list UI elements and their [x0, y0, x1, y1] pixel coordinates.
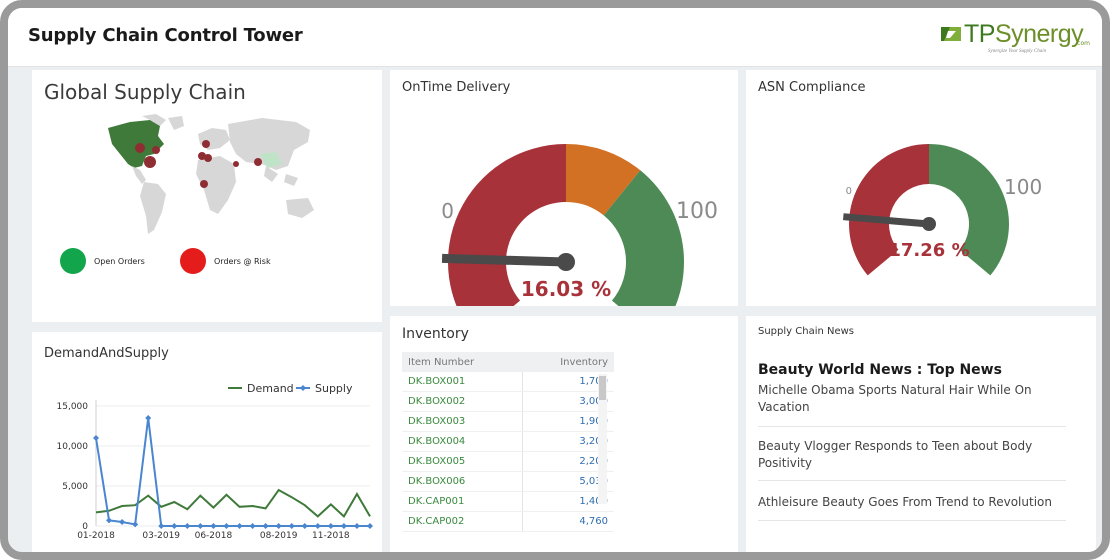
legend-orders-at-risk: Orders @ Risk	[180, 248, 271, 274]
column-header-inventory[interactable]: Inventory	[522, 352, 614, 372]
item-number-cell: DK.CAP002	[402, 511, 523, 532]
legend-open-orders-label: Open Orders	[94, 256, 145, 266]
ontime-delivery-gauge-min-label: 0	[441, 199, 454, 223]
asn-compliance-gauge-min-label: 0	[846, 186, 852, 197]
logo-mark-icon	[941, 27, 961, 41]
panel-title-news: Supply Chain News	[758, 326, 855, 337]
news-heading: Beauty World News : Top News	[758, 362, 1002, 378]
divider	[758, 480, 1066, 481]
orders-at-risk-dot-icon	[180, 248, 206, 274]
table-row[interactable]: DK.BOX003 1,900	[402, 411, 614, 432]
demand-supply-panel: DemandAndSupply 0 5,000 10,000 15,000 01-201…	[32, 332, 382, 552]
supply-point	[119, 519, 126, 525]
inventory-cell: 4,760	[521, 511, 614, 532]
supply-point	[367, 523, 373, 529]
item-number-cell: DK.BOX003	[402, 411, 523, 432]
news-link[interactable]: Michelle Obama Sports Natural Hair While…	[758, 382, 1058, 416]
supply-point	[327, 523, 334, 529]
ontime-delivery-gauge: 0 100 16.03 %	[441, 144, 718, 306]
company-logo: TPSynergy .com Synergize Your Supply Cha…	[940, 18, 1090, 58]
y-tick-label: 10,000	[57, 442, 89, 452]
ontime-delivery-panel: OnTime Delivery 0 100 16.03 %	[390, 70, 738, 306]
supply-point	[158, 523, 165, 529]
logo-tagline: Synergize Your Supply Chain	[988, 49, 1047, 54]
legend-open-orders: Open Orders	[60, 248, 145, 274]
y-tick-label: 5,000	[62, 482, 88, 492]
asn-compliance-gauge: 0 100 17.26 %	[843, 144, 1042, 276]
divider	[758, 520, 1066, 521]
asn-compliance-gauge-value: 17.26 %	[888, 240, 969, 261]
x-tick-label: 11-2018	[312, 531, 350, 541]
supply-point	[301, 523, 308, 529]
table-row[interactable]: DK.BOX006 5,030	[402, 471, 614, 492]
inventory-header-row: Item Number Inventory	[402, 352, 614, 372]
news-link[interactable]: Athleisure Beauty Goes From Trend to Rev…	[758, 494, 1058, 511]
table-row[interactable]: DK.CAP002 4,760	[402, 511, 614, 532]
asn-compliance-gauge-needle-hub	[922, 217, 936, 231]
world-map[interactable]	[32, 70, 382, 322]
table-row[interactable]: DK.BOX005 2,200	[402, 451, 614, 472]
asn-compliance-gauge-max-label: 100	[1004, 175, 1042, 199]
item-number-cell: DK.BOX002	[402, 391, 523, 412]
supply-point	[236, 523, 243, 529]
demand-supply-chart: 05,00010,00015,00001-2018 03-2019 06-2018 0…	[57, 382, 373, 541]
supply-point	[171, 523, 178, 529]
supply-point	[288, 523, 295, 529]
supply-point	[275, 523, 282, 529]
news-panel: Supply Chain News Beauty World News : To…	[746, 316, 1096, 552]
news-link[interactable]: Beauty Vlogger Responds to Teen about Bo…	[758, 438, 1058, 472]
x-tick-label: 06-2018	[195, 531, 233, 541]
supply-point	[340, 523, 347, 529]
item-number-cell: DK.BOX001	[402, 372, 523, 392]
table-row[interactable]: DK.BOX001 1,700	[402, 372, 614, 392]
x-tick-label: 01-2018	[77, 531, 115, 541]
supply-point	[314, 523, 321, 529]
dashboard-frame: Supply Chain Control Tower TPSynergy .co…	[0, 0, 1110, 560]
app-title: Supply Chain Control Tower	[28, 25, 303, 46]
table-row[interactable]: DK.BOX004 3,200	[402, 431, 614, 452]
x-tick-label: 03-2019	[142, 531, 180, 541]
ontime-delivery-gauge-max-label: 100	[676, 199, 718, 224]
legend-label-supply: Supply	[315, 382, 353, 395]
column-header-item-number[interactable]: Item Number	[402, 352, 523, 372]
ontime-delivery-gauge-needle	[441, 253, 567, 267]
divider	[758, 426, 1066, 427]
ontime-delivery-gauge-needle-hub	[557, 253, 575, 271]
inventory-table: Item Number Inventory DK.BOX001 1,700 DK.…	[402, 352, 614, 532]
item-number-cell: DK.BOX006	[402, 471, 523, 492]
supply-point	[197, 523, 204, 529]
header-bar: Supply Chain Control Tower TPSynergy .co…	[8, 8, 1102, 67]
table-row[interactable]: DK.BOX002 3,000	[402, 391, 614, 412]
asn-compliance-panel: ASN Compliance 0 100 17.26 %	[746, 70, 1096, 306]
legend-marker-supply	[300, 385, 306, 391]
supply-point	[93, 435, 99, 441]
ontime-delivery-gauge-value: 16.03 %	[521, 277, 611, 301]
open-orders-dot-icon	[60, 248, 86, 274]
supply-point	[262, 523, 269, 529]
inventory-scrollbar[interactable]	[598, 374, 607, 504]
x-tick-label: 08-2019	[260, 531, 298, 541]
inventory-panel: Inventory Item Number Inventory DK.BOX00…	[390, 316, 738, 552]
supply-point	[106, 517, 113, 524]
supply-point	[184, 523, 191, 529]
panel-title-inventory: Inventory	[402, 326, 469, 342]
supply-point	[249, 523, 256, 529]
legend-label-demand: Demand	[247, 382, 294, 395]
scrollbar-thumb[interactable]	[599, 376, 606, 400]
logo-wordmark: TPSynergy	[964, 20, 1084, 48]
series-line-supply	[95, 417, 370, 527]
y-tick-label: 15,000	[57, 402, 89, 412]
supply-point	[223, 523, 230, 529]
global-supply-chain-panel: Global Supply Chain Open Orders Orders @…	[32, 70, 382, 322]
item-number-cell: DK.CAP001	[402, 491, 523, 512]
supply-point	[145, 415, 152, 421]
logo-com: .com	[1075, 40, 1090, 47]
table-row[interactable]: DK.CAP001 1,400	[402, 491, 614, 512]
legend-orders-at-risk-label: Orders @ Risk	[214, 256, 271, 266]
item-number-cell: DK.BOX005	[402, 451, 523, 472]
item-number-cell: DK.BOX004	[402, 431, 523, 452]
supply-point	[210, 523, 217, 529]
supply-point	[353, 523, 360, 529]
